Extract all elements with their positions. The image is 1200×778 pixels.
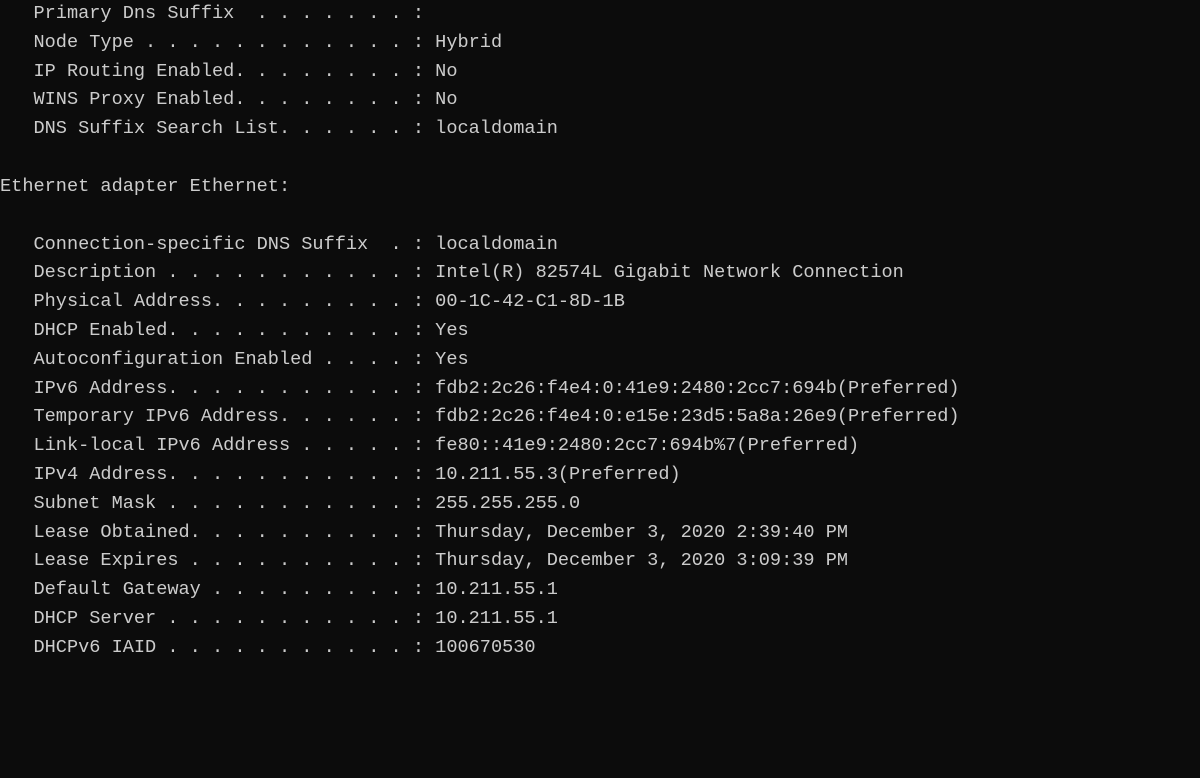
line-ip-routing: IP Routing Enabled. . . . . . . . : No xyxy=(0,61,457,82)
line-dns-suffix-search: DNS Suffix Search List. . . . . . : loca… xyxy=(0,118,558,139)
line-primary-dns-suffix: Primary Dns Suffix . . . . . . . : xyxy=(0,3,424,24)
line-lease-obtained: Lease Obtained. . . . . . . . . . : Thur… xyxy=(0,522,848,543)
line-default-gateway: Default Gateway . . . . . . . . . : 10.2… xyxy=(0,579,558,600)
line-physical-address: Physical Address. . . . . . . . . : 00-1… xyxy=(0,291,625,312)
line-conn-dns-suffix: Connection-specific DNS Suffix . : local… xyxy=(0,234,558,255)
line-ipv6-address: IPv6 Address. . . . . . . . . . . : fdb2… xyxy=(0,378,960,399)
line-temp-ipv6: Temporary IPv6 Address. . . . . . : fdb2… xyxy=(0,406,960,427)
line-ipv4-address: IPv4 Address. . . . . . . . . . . : 10.2… xyxy=(0,464,681,485)
line-wins-proxy: WINS Proxy Enabled. . . . . . . . : No xyxy=(0,89,457,110)
terminal-output: Primary Dns Suffix . . . . . . . : Node … xyxy=(0,0,1200,663)
line-dhcp-enabled: DHCP Enabled. . . . . . . . . . . : Yes xyxy=(0,320,469,341)
line-description: Description . . . . . . . . . . . : Inte… xyxy=(0,262,904,283)
adapter-header: Ethernet adapter Ethernet: xyxy=(0,176,290,197)
line-dhcpv6-iaid: DHCPv6 IAID . . . . . . . . . . . : 1006… xyxy=(0,637,536,658)
line-dhcp-server: DHCP Server . . . . . . . . . . . : 10.2… xyxy=(0,608,558,629)
line-node-type: Node Type . . . . . . . . . . . . : Hybr… xyxy=(0,32,502,53)
line-subnet-mask: Subnet Mask . . . . . . . . . . . : 255.… xyxy=(0,493,580,514)
line-link-local-ipv6: Link-local IPv6 Address . . . . . : fe80… xyxy=(0,435,859,456)
line-lease-expires: Lease Expires . . . . . . . . . . : Thur… xyxy=(0,550,848,571)
line-autoconfig: Autoconfiguration Enabled . . . . : Yes xyxy=(0,349,469,370)
